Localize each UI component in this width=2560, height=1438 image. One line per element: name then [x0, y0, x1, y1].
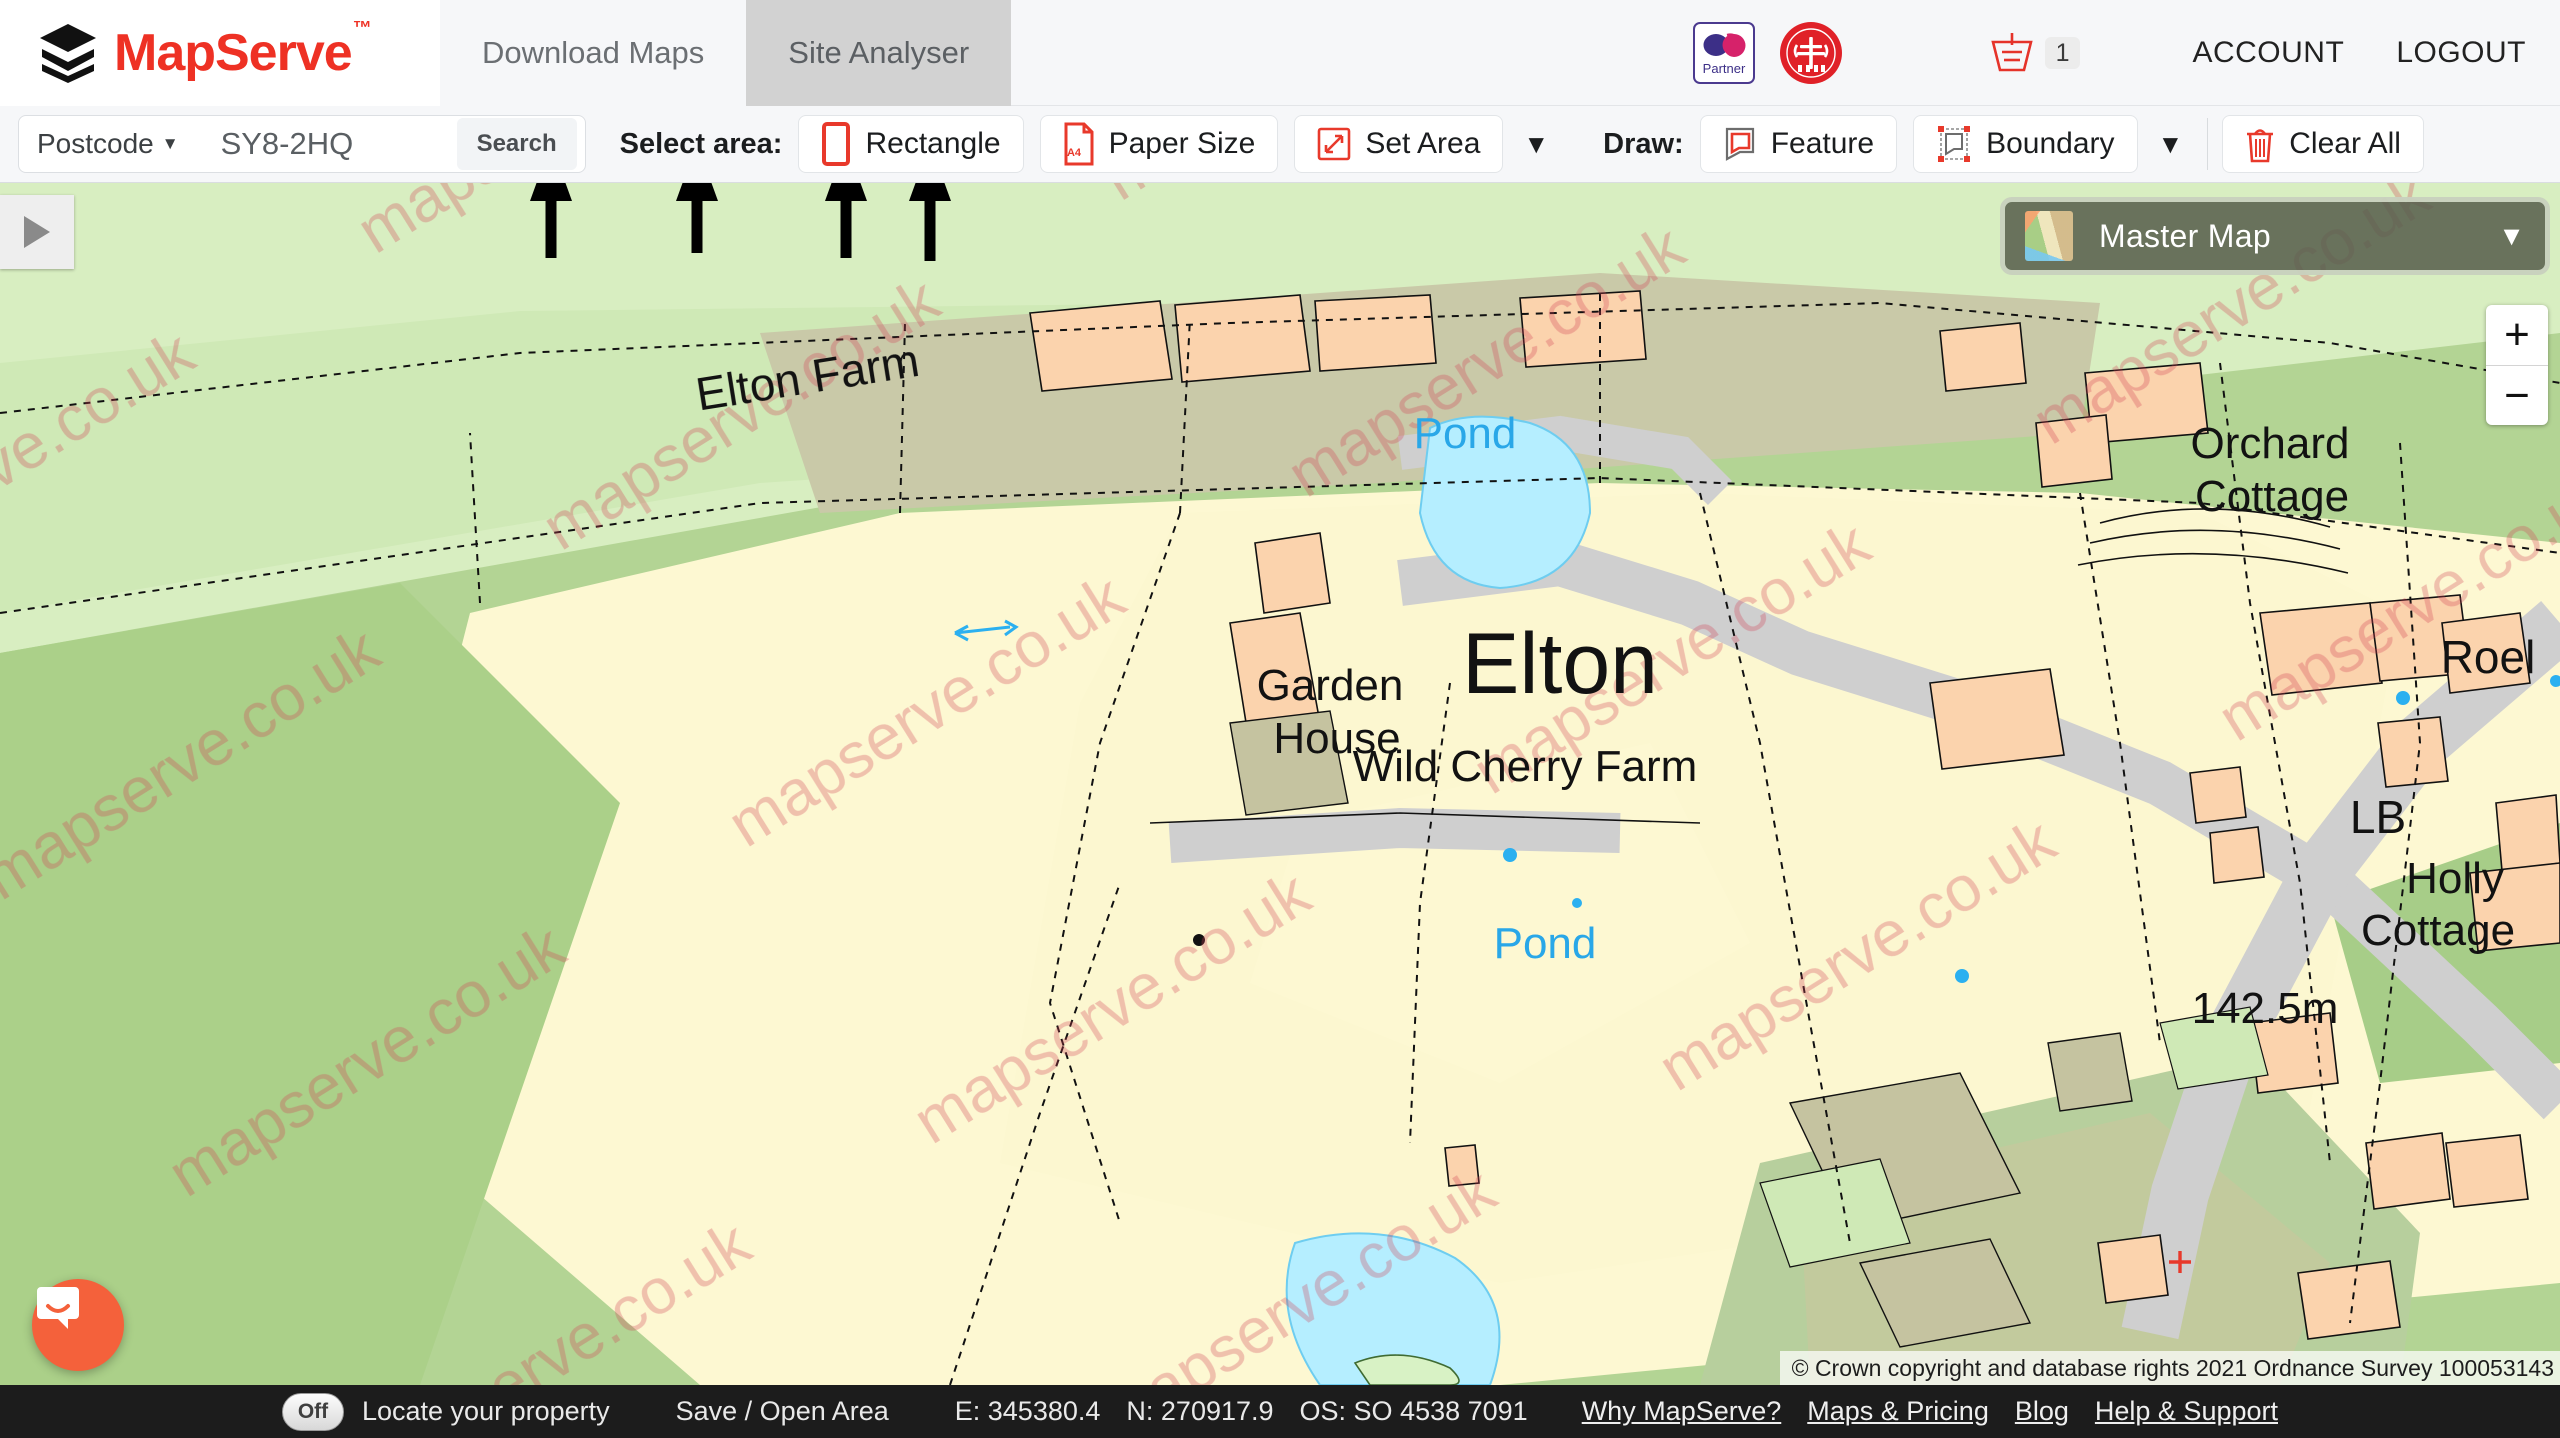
boundary-button[interactable]: Boundary: [1913, 115, 2138, 173]
svg-text:Partner: Partner: [1702, 61, 1745, 76]
os-partner-logo: Partner: [1692, 22, 1755, 84]
map-label: 142.5m: [2192, 984, 2339, 1033]
status-bar-inner: Off Locate your property Save / Open Are…: [281, 1392, 2278, 1431]
intercom-chat-button[interactable]: [32, 1279, 124, 1371]
feature-button-label: Feature: [1770, 127, 1875, 160]
feature-icon: [1723, 126, 1757, 162]
northing-value: N: 270917.9: [1126, 1396, 1274, 1426]
play-triangle-icon: [24, 216, 50, 248]
riba-cpd-logo: [1779, 21, 1843, 85]
rectangle-button[interactable]: Rectangle: [798, 115, 1024, 173]
toolbar-divider: [2207, 118, 2209, 170]
map-label: Roel: [2441, 631, 2536, 683]
search-group: Postcode ▼ Search: [18, 115, 586, 173]
set-area-button[interactable]: Set Area: [1294, 115, 1504, 173]
basket-icon: [1989, 30, 2035, 76]
map-label: Holly: [2406, 854, 2504, 903]
map-label: LB: [2350, 791, 2406, 843]
maps-pricing-link[interactable]: Maps & Pricing: [1807, 1396, 1989, 1427]
map-label: Pond: [1414, 409, 1517, 458]
paper-size-button-label: Paper Size: [1108, 127, 1256, 160]
set-area-button-label: Set Area: [1365, 127, 1481, 160]
clear-all-button[interactable]: Clear All: [2222, 115, 2424, 173]
search-button[interactable]: Search: [456, 118, 577, 170]
why-mapserve-link[interactable]: Why MapServe?: [1582, 1396, 1782, 1427]
brand-trademark: ™: [352, 17, 372, 39]
map-label: Cottage: [2361, 906, 2515, 955]
paper-size-icon: A4: [1063, 122, 1095, 166]
boundary-button-label: Boundary: [1986, 127, 2115, 160]
save-open-area-link[interactable]: Save / Open Area: [676, 1396, 889, 1427]
map-label: Elton: [1462, 616, 1658, 712]
search-type-label[interactable]: Postcode: [37, 128, 154, 160]
tab-download-maps[interactable]: Download Maps: [440, 0, 747, 106]
zoom-in-button[interactable]: +: [2486, 305, 2548, 365]
draw-label: Draw:: [1603, 127, 1684, 160]
blog-link[interactable]: Blog: [2015, 1396, 2069, 1427]
sidebar-expand-button[interactable]: [0, 195, 74, 269]
map-label: Orchard: [2191, 419, 2350, 468]
postcode-input[interactable]: [220, 126, 451, 162]
header-actions: Partner 1 ACCOUNT LOGOUT: [1692, 0, 2560, 106]
tab-site-analyser[interactable]: Site Analyser: [746, 0, 1012, 106]
easting-value: E: 345380.4: [954, 1396, 1101, 1426]
svg-text:A4: A4: [1067, 147, 1082, 159]
map-label: Wild Cherry Farm: [1353, 742, 1698, 791]
account-link[interactable]: ACCOUNT: [2192, 36, 2344, 70]
layers-icon: [36, 22, 100, 84]
layer-selector[interactable]: Master Map ▼: [2000, 197, 2550, 275]
chevron-down-icon[interactable]: ▼: [2498, 221, 2525, 252]
rectangle-button-label: Rectangle: [865, 127, 1001, 160]
os-grid-ref: OS: SO 4538 7091: [1299, 1396, 1528, 1426]
layer-name-label: Master Map: [2099, 217, 2271, 254]
map-label: Garden: [1257, 661, 1404, 710]
cart-count-badge: 1: [2044, 36, 2081, 70]
boundary-icon: [1936, 125, 1972, 163]
logout-link[interactable]: LOGOUT: [2396, 36, 2526, 70]
help-support-link[interactable]: Help & Support: [2095, 1396, 2278, 1427]
brand-name: MapServe™: [114, 17, 372, 82]
map-graphics: mapserve.co.uk mapserve.co.uk mapserve.c…: [0, 183, 2560, 1385]
map-canvas[interactable]: mapserve.co.uk mapserve.co.uk mapserve.c…: [0, 183, 2560, 1385]
status-bar: Off Locate your property Save / Open Are…: [0, 1385, 2560, 1438]
clear-all-button-label: Clear All: [2289, 127, 2401, 160]
rectangle-icon: [821, 122, 851, 166]
locate-property-label[interactable]: Locate your property: [362, 1396, 610, 1427]
feature-button[interactable]: Feature: [1699, 115, 1898, 173]
zoom-controls: + −: [2486, 305, 2548, 425]
zoom-out-button[interactable]: −: [2486, 365, 2548, 425]
select-area-label: Select area:: [619, 127, 783, 160]
paper-size-button[interactable]: A4 Paper Size: [1039, 115, 1279, 173]
trash-icon: [2245, 125, 2275, 163]
chevron-down-icon[interactable]: ▼: [162, 134, 179, 154]
locate-property-toggle[interactable]: Off: [281, 1392, 344, 1431]
brand-logo[interactable]: MapServe™: [0, 0, 440, 106]
map-label: Cottage: [2195, 472, 2349, 521]
app-header: MapServe™ Download Maps Site Analyser Pa…: [0, 0, 2560, 106]
map-label: Pond: [1494, 919, 1597, 968]
layer-thumbnail-icon: [2025, 211, 2073, 261]
map-attribution: © Crown copyright and database rights 20…: [1779, 1351, 2560, 1385]
cart-button[interactable]: 1: [1989, 30, 2081, 76]
draw-more-caret[interactable]: ▼: [2158, 129, 2184, 160]
select-area-more-caret[interactable]: ▼: [1523, 129, 1549, 160]
map-toolbar: Postcode ▼ Search Select area: Rectangle…: [0, 106, 2560, 183]
set-area-icon: [1317, 127, 1351, 161]
